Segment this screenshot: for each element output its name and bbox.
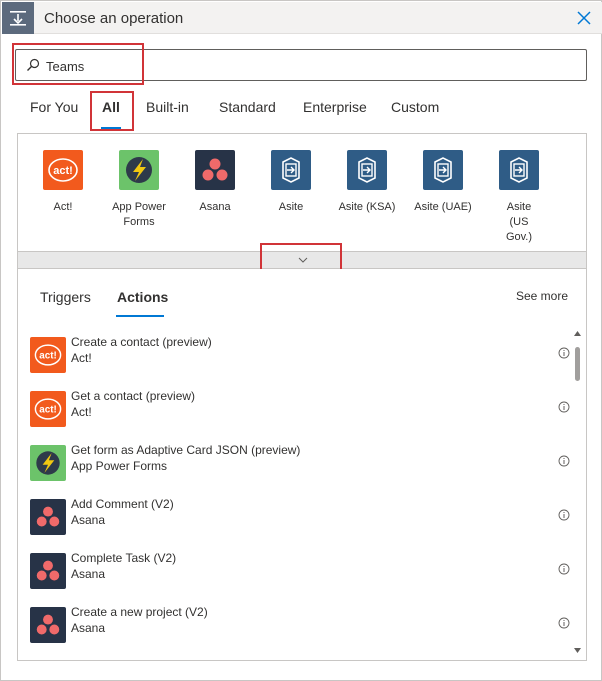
connector-label: Asite (UAE) <box>414 201 472 213</box>
active-subtab-indicator <box>116 315 164 317</box>
actions-scrollbar[interactable] <box>572 331 582 653</box>
action-title: Get form as Adaptive Card JSON (preview) <box>71 443 301 457</box>
connector-label: App Power Forms <box>112 201 166 228</box>
tab-all[interactable]: All <box>102 99 120 115</box>
close-button[interactable] <box>574 8 594 28</box>
actions-panel: Triggers Actions See more act! Create a … <box>17 269 587 661</box>
active-tab-indicator <box>101 127 121 129</box>
search-box[interactable] <box>15 49 587 81</box>
info-icon[interactable] <box>558 617 570 629</box>
scroll-up-icon[interactable] <box>574 331 581 336</box>
action-title: Complete Task (V2) <box>71 551 177 565</box>
act-logo-icon: act! <box>43 150 83 190</box>
connector-app-power-forms[interactable]: App Power Forms <box>104 150 174 230</box>
action-item[interactable]: Add Comment (V2) Asana <box>30 495 570 539</box>
connector-asite-uae[interactable]: Asite (UAE) <box>408 150 478 215</box>
connector-act[interactable]: act! Act! <box>28 150 98 215</box>
dialog-frame: Choose an operation For You All Built-in… <box>0 0 602 681</box>
tab-actions[interactable]: Actions <box>117 289 168 305</box>
asana-icon <box>30 553 66 589</box>
tab-enterprise[interactable]: Enterprise <box>303 99 367 115</box>
act-logo-icon: act! <box>30 337 66 373</box>
action-connector: Asana <box>71 621 106 635</box>
info-icon[interactable] <box>558 509 570 521</box>
connector-label: Asite (KSA) <box>338 201 396 213</box>
operation-icon <box>2 2 34 34</box>
asite-icon <box>499 150 539 190</box>
action-connector: Asana <box>71 513 106 527</box>
action-connector: Asana <box>71 567 106 581</box>
close-icon <box>577 11 591 25</box>
dialog-header: Choose an operation <box>2 2 602 34</box>
connector-asite-us-gov[interactable]: Asite (US Gov.) <box>484 150 554 245</box>
svg-text:act!: act! <box>39 405 57 416</box>
info-icon[interactable] <box>558 347 570 359</box>
connector-label: Asite <box>278 201 304 213</box>
info-icon[interactable] <box>558 563 570 575</box>
see-more-link[interactable]: See more <box>516 289 568 303</box>
action-item[interactable]: Get form as Adaptive Card JSON (preview)… <box>30 441 570 485</box>
tab-for-you[interactable]: For You <box>30 99 78 115</box>
tab-standard[interactable]: Standard <box>219 99 276 115</box>
search-icon <box>27 58 40 71</box>
action-title: Create a new project (V2) <box>71 605 208 619</box>
asite-icon <box>271 150 311 190</box>
action-item[interactable]: act! Create a contact (preview) Act! <box>30 333 570 377</box>
connector-asite[interactable]: Asite <box>256 150 326 215</box>
asana-icon <box>30 607 66 643</box>
search-input[interactable] <box>46 56 566 76</box>
action-title: Create a contact (preview) <box>71 335 212 349</box>
connector-asana[interactable]: Asana <box>180 150 250 215</box>
info-icon[interactable] <box>558 455 570 467</box>
connector-label: Asite (US Gov.) <box>505 201 533 243</box>
action-connector: Act! <box>71 405 92 419</box>
asite-icon <box>347 150 387 190</box>
action-connector: App Power Forms <box>71 459 168 473</box>
scroll-thumb[interactable] <box>575 347 580 381</box>
act-logo-icon: act! <box>30 391 66 427</box>
svg-text:act!: act! <box>39 351 57 362</box>
scroll-down-icon[interactable] <box>574 648 581 653</box>
app-power-forms-icon <box>119 150 159 190</box>
connector-label: Act! <box>53 201 73 213</box>
connector-grid: act! Act! App Power Forms Asana Asite As… <box>17 133 587 269</box>
svg-text:act!: act! <box>53 165 73 177</box>
connector-label: Asana <box>199 201 231 213</box>
action-connector: Act! <box>71 351 92 365</box>
dialog-title: Choose an operation <box>44 10 184 27</box>
action-item[interactable]: act! Get a contact (preview) Act! <box>30 387 570 431</box>
action-title: Get a contact (preview) <box>71 389 196 403</box>
action-title: Add Comment (V2) <box>71 497 174 511</box>
tab-triggers[interactable]: Triggers <box>40 289 91 305</box>
asite-icon <box>423 150 463 190</box>
chevron-down-icon <box>298 257 308 263</box>
tab-built-in[interactable]: Built-in <box>146 99 189 115</box>
asana-icon <box>30 499 66 535</box>
app-power-forms-icon <box>30 445 66 481</box>
connector-asite-ksa[interactable]: Asite (KSA) <box>332 150 402 215</box>
tab-custom[interactable]: Custom <box>391 99 439 115</box>
action-item[interactable]: Complete Task (V2) Asana <box>30 549 570 593</box>
asana-icon <box>195 150 235 190</box>
action-item[interactable]: Create a new project (V2) Asana <box>30 603 570 647</box>
info-icon[interactable] <box>558 401 570 413</box>
expand-connectors-button[interactable] <box>17 251 587 269</box>
